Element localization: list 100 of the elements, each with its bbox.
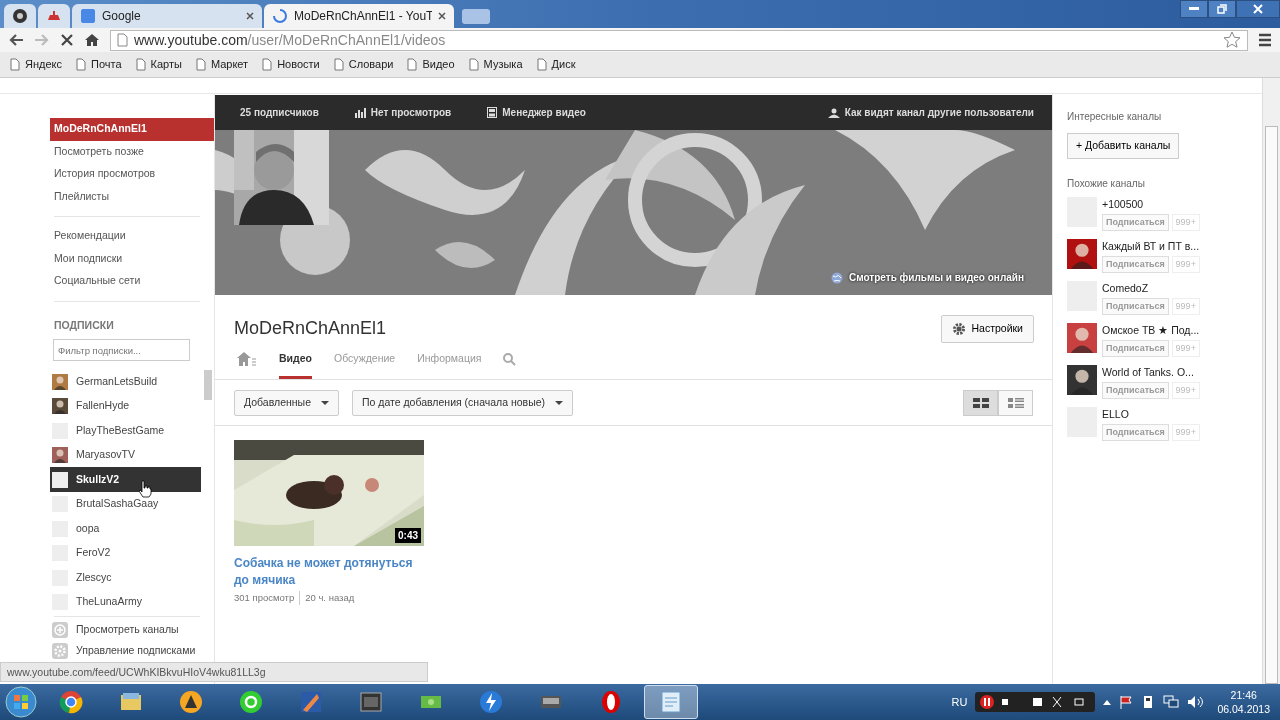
view-toggle[interactable] — [998, 389, 1033, 416]
people-icon — [827, 107, 840, 118]
menu-icon[interactable] — [1258, 33, 1272, 47]
browser-tab[interactable]: Google — [72, 4, 262, 28]
expand-icon[interactable] — [1103, 699, 1112, 705]
subscription-item[interactable]: PlayTheBestGame — [50, 418, 201, 443]
close-button[interactable] — [1236, 0, 1280, 18]
bookmark-link[interactable]: Карты — [150, 56, 182, 73]
channel-name-link[interactable]: ELLO — [1102, 406, 1200, 423]
close-icon[interactable] — [438, 12, 446, 20]
hand-cursor-icon — [138, 480, 152, 498]
app-icon — [59, 690, 83, 714]
minimize-icon — [1189, 7, 1199, 11]
start-button[interactable] — [4, 685, 38, 719]
sidebar-item[interactable]: Плейлисты — [50, 185, 214, 208]
view-count: 301 просмотр — [234, 590, 301, 605]
subscription-item[interactable]: oopa — [50, 516, 201, 541]
home-icon[interactable] — [84, 33, 100, 47]
page-icon — [10, 58, 20, 71]
bookmark-link[interactable]: Яндекс — [25, 56, 62, 73]
bookmark-link[interactable]: Музыка — [483, 56, 523, 73]
clock-time[interactable]: 21:46 — [1217, 688, 1270, 702]
subscription-item[interactable]: TheLunaArmy — [50, 589, 201, 615]
channel-name-link[interactable]: Каждый ВТ и ПТ в... — [1102, 238, 1200, 255]
page-icon — [135, 58, 146, 71]
language-indicator[interactable]: RU — [951, 693, 968, 711]
sidebar-item[interactable]: Рекомендации — [50, 225, 214, 248]
home-icon — [237, 352, 257, 367]
channel-name-link[interactable]: ComedoZ — [1102, 280, 1200, 297]
disc-icon — [12, 8, 28, 24]
scrollbar-thumb[interactable] — [204, 370, 212, 401]
section-heading: ПОДПИСКИ — [53, 317, 115, 333]
app-icon — [299, 690, 323, 714]
bookmark-link[interactable]: Новости — [277, 56, 320, 73]
page-icon — [468, 58, 479, 71]
clock-date[interactable]: 06.04.2013 — [1217, 702, 1270, 716]
section-heading: Похожие каналы — [1067, 176, 1146, 191]
sidebar-item[interactable]: Посмотреть позже — [50, 140, 214, 163]
gear-icon — [52, 642, 68, 659]
subscription-item[interactable]: MaryasovTV — [50, 442, 201, 468]
channel-name-link[interactable]: +100500 — [1102, 196, 1200, 213]
address-bar[interactable]: www.youtube.com/user/MoDeRnChAnnEl1/videos — [110, 29, 1248, 51]
channel-name-link[interactable]: World of Tanks. O... — [1102, 364, 1200, 381]
add-channels-button[interactable]: + Добавить каналы — [1067, 133, 1180, 159]
flag-icon[interactable] — [1119, 695, 1134, 709]
view-as-link[interactable]: Как видят канал другие пользователи — [844, 105, 1034, 120]
sidebar-item[interactable]: Социальные сети — [50, 270, 214, 293]
browser-tab[interactable] — [4, 4, 36, 28]
restore-icon — [1217, 4, 1227, 14]
sidebar-item[interactable]: Мои подписки — [50, 247, 214, 270]
bookmark-link[interactable]: Словари — [348, 56, 394, 73]
channel-name-link[interactable]: Омское ТВ ★ Под... — [1102, 322, 1200, 339]
subscription-item[interactable]: GermanLetsBuild — [50, 369, 201, 394]
grid-icon — [972, 397, 989, 408]
subscription-item[interactable]: FallenHyde — [50, 393, 201, 419]
subscription-item[interactable]: Zlescyc — [50, 565, 201, 590]
dropdown-button[interactable]: По дате добавления (сначала новые) — [351, 389, 574, 416]
search-icon — [503, 352, 517, 366]
minimize-button[interactable] — [1180, 0, 1208, 18]
volume-icon[interactable] — [1187, 695, 1204, 709]
page-icon — [333, 58, 344, 71]
app-icon — [599, 690, 623, 714]
bookmark-link[interactable]: Почта — [91, 56, 122, 73]
scrollbar-thumb[interactable] — [1265, 126, 1278, 684]
recorder-toolbar-drawing[interactable] — [975, 692, 1096, 712]
bookmark-link[interactable]: Видео — [422, 56, 455, 73]
stats-link[interactable]: Нет просмотров — [370, 105, 452, 120]
loading-spinner-icon — [272, 8, 288, 24]
view-toggle[interactable] — [963, 389, 998, 416]
subscription-item[interactable]: SkullzV2 — [50, 467, 201, 492]
settings-button[interactable]: Настройки — [940, 315, 1034, 343]
dropdown-button[interactable]: Добавленные — [234, 389, 339, 416]
page-icon — [76, 58, 86, 71]
app-icon — [479, 690, 503, 714]
subscriber-count: 999+ — [1171, 255, 1200, 273]
bookmark-link[interactable]: Диск — [551, 56, 576, 73]
scrollbar[interactable] — [1262, 78, 1280, 684]
back-icon[interactable] — [8, 33, 24, 47]
list-icon — [1007, 397, 1024, 408]
network-icon[interactable] — [1163, 695, 1180, 709]
section-heading: Интересные каналы — [1067, 110, 1163, 124]
subscription-item[interactable]: BrutalSashaGaay — [50, 491, 201, 517]
sidebar-item[interactable]: MoDeRnChAnnEl1 — [50, 118, 214, 141]
filter-field[interactable]: Фильтр подписки... — [53, 339, 190, 362]
sidebar-item[interactable]: Просмотреть каналы — [50, 619, 201, 641]
channel-tab[interactable]: Видео — [279, 351, 312, 379]
stop-icon[interactable] — [60, 33, 74, 47]
close-icon — [1253, 4, 1263, 14]
restore-button[interactable] — [1208, 0, 1236, 18]
sidebar-item[interactable]: История просмотров — [50, 163, 214, 186]
stats-link[interactable]: Менеджер видео — [502, 105, 586, 120]
gear-icon — [951, 321, 966, 336]
star-icon[interactable] — [1223, 31, 1241, 49]
subscriber-count: 999+ — [1171, 297, 1200, 315]
video-title-link[interactable]: Собачка не может дотянуться до мячика — [234, 554, 424, 589]
bookmark-link[interactable]: Маркет — [210, 56, 249, 73]
subscriber-count: 999+ — [1171, 423, 1200, 441]
close-icon[interactable] — [246, 12, 254, 20]
sidebar-item[interactable]: Управление подписками — [50, 640, 201, 662]
subscription-item[interactable]: FeroV2 — [50, 540, 201, 566]
